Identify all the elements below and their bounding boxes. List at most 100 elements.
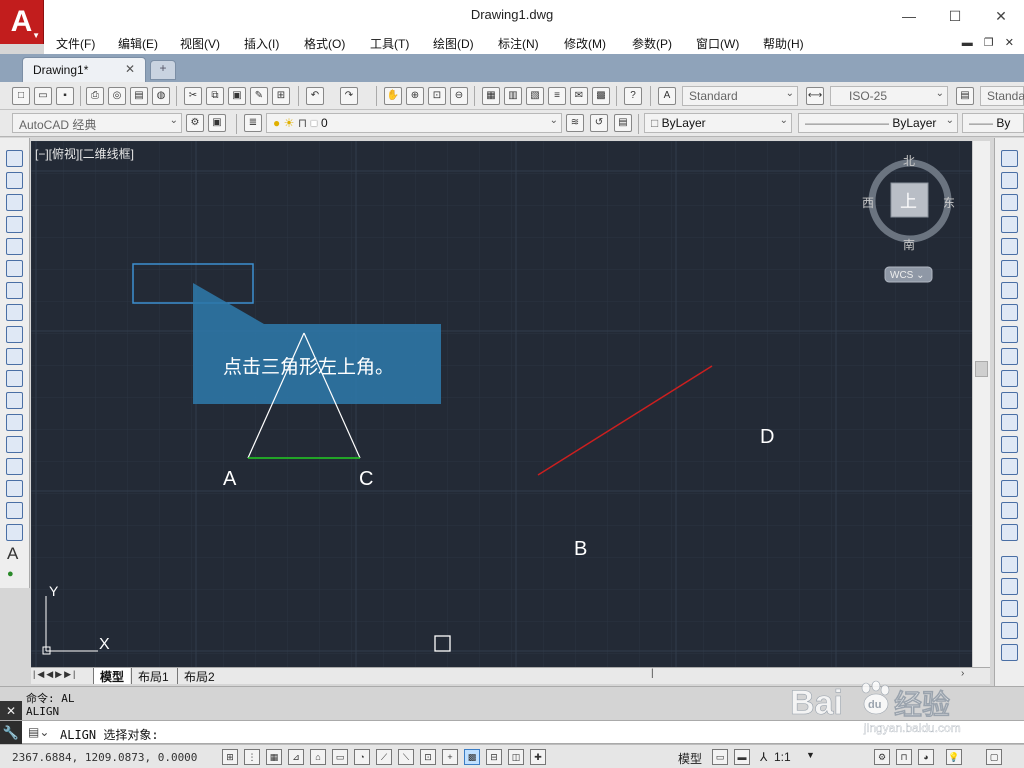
- toolbar-lock-icon[interactable]: ⊓: [896, 749, 912, 765]
- lineweight-icon[interactable]: +: [442, 749, 458, 765]
- vertical-scroll-thumb[interactable]: [975, 361, 988, 377]
- stretch-icon[interactable]: [1001, 326, 1018, 343]
- model-space-svg[interactable]: [−][俯视][二维线框] 点击三角形左上角。 A C B D Y X 上 北 …: [31, 141, 972, 667]
- pan-icon[interactable]: ✋: [384, 87, 402, 105]
- polar-tracking-icon[interactable]: ◔: [354, 749, 370, 765]
- command-line[interactable]: 🔧 ▤⌄ ALIGN 选择对象:: [0, 720, 1024, 745]
- help-icon[interactable]: ?: [624, 87, 642, 105]
- annotation-scale[interactable]: 1:1: [774, 750, 791, 764]
- save-icon[interactable]: ▪: [56, 87, 74, 105]
- block-editor-icon[interactable]: ⊞: [272, 87, 290, 105]
- model-space-icon[interactable]: ⊞: [222, 749, 238, 765]
- clean-screen-icon[interactable]: ▢: [986, 749, 1002, 765]
- close-button[interactable]: ✕: [978, 4, 1024, 28]
- extend-icon[interactable]: [1001, 370, 1018, 387]
- dynamic-input-icon[interactable]: ⌂: [310, 749, 326, 765]
- table-icon[interactable]: [6, 524, 23, 541]
- properties-icon[interactable]: ▦: [482, 87, 500, 105]
- compass-east-label[interactable]: 东: [943, 196, 955, 210]
- polyline-icon[interactable]: [6, 194, 23, 211]
- zoom-realtime-icon[interactable]: ⊕: [406, 87, 424, 105]
- layout-navigation-arrows[interactable]: |◀◀▶▶|: [33, 669, 77, 680]
- calculator-icon[interactable]: ▩: [592, 87, 610, 105]
- dimension-style-select[interactable]: ISO-25 ⌄: [830, 86, 948, 106]
- selection-cycling-icon[interactable]: ⊟: [486, 749, 502, 765]
- menu-format[interactable]: 格式(O): [304, 35, 345, 52]
- copy-icon[interactable]: ⧉: [206, 87, 224, 105]
- move-icon[interactable]: [1001, 260, 1018, 277]
- make-block-icon[interactable]: [6, 414, 23, 431]
- copy-object-icon[interactable]: [1001, 172, 1018, 189]
- add-selected-icon[interactable]: ●: [7, 568, 14, 580]
- transparency-icon[interactable]: ▩: [464, 749, 480, 765]
- publish-icon[interactable]: ▤: [130, 87, 148, 105]
- chevron-down-icon[interactable]: ▼: [806, 750, 815, 760]
- gradient-icon[interactable]: [6, 480, 23, 497]
- region-icon[interactable]: [6, 502, 23, 519]
- quick-view-drawings-icon[interactable]: ▬: [734, 749, 750, 765]
- rotate-icon[interactable]: [1001, 282, 1018, 299]
- rectangle-icon[interactable]: [6, 238, 23, 255]
- menu-parameters[interactable]: 参数(P): [632, 35, 672, 52]
- scroll-right-icon[interactable]: ›: [961, 668, 964, 679]
- document-window-controls[interactable]: ▬ ❐ ✕: [962, 36, 1018, 49]
- snap-mode-icon[interactable]: ▦: [266, 749, 282, 765]
- text-to-front-icon[interactable]: [1001, 644, 1018, 661]
- menu-edit[interactable]: 编辑(E): [118, 35, 158, 52]
- linetype-select[interactable]: ——————— ByLayer ⌄: [798, 113, 958, 133]
- model-layout-toggle[interactable]: 模型: [678, 750, 702, 767]
- color-select[interactable]: □ ByLayer ⌄: [644, 113, 792, 133]
- blend-curves-icon[interactable]: [1001, 502, 1018, 519]
- ellipse-icon[interactable]: [6, 348, 23, 365]
- menu-insert[interactable]: 插入(I): [244, 35, 279, 52]
- undo-icon[interactable]: ↶: [306, 87, 324, 105]
- minimize-button[interactable]: —: [886, 4, 932, 28]
- open-icon[interactable]: ▭: [34, 87, 52, 105]
- infer-constraints-icon[interactable]: ⊿: [288, 749, 304, 765]
- workspace-switching-icon[interactable]: ⚙: [874, 749, 890, 765]
- draw-order-front-icon[interactable]: [1001, 556, 1018, 573]
- spline-icon[interactable]: [6, 326, 23, 343]
- isometric-drafting-icon[interactable]: ⟋: [376, 749, 392, 765]
- fillet-icon[interactable]: [1001, 480, 1018, 497]
- object-snap-icon[interactable]: ⊡: [420, 749, 436, 765]
- new-icon[interactable]: □: [12, 87, 30, 105]
- array-icon[interactable]: [1001, 238, 1018, 255]
- revision-cloud-icon[interactable]: [6, 304, 23, 321]
- trim-icon[interactable]: [1001, 348, 1018, 365]
- tab-layout2[interactable]: 布局2: [177, 668, 221, 684]
- workspace-settings-icon[interactable]: ⚙: [186, 114, 204, 132]
- workspace-select[interactable]: AutoCAD 经典 ⌄: [12, 113, 182, 133]
- ellipse-arc-icon[interactable]: [6, 370, 23, 387]
- annotation-scale-icon[interactable]: ⅄: [760, 750, 767, 764]
- layer-properties-icon[interactable]: ≣: [244, 114, 262, 132]
- plot-preview-icon[interactable]: ◎: [108, 87, 126, 105]
- zoom-previous-icon[interactable]: ⊖: [450, 87, 468, 105]
- menu-view[interactable]: 视图(V): [180, 35, 220, 52]
- zoom-window-icon[interactable]: ⊡: [428, 87, 446, 105]
- tool-palettes-icon[interactable]: ▧: [526, 87, 544, 105]
- point-icon[interactable]: [6, 436, 23, 453]
- drawing-canvas[interactable]: [−][俯视][二维线框] 点击三角形左上角。 A C B D Y X 上 北 …: [31, 141, 972, 667]
- scroll-left-icon[interactable]: |: [651, 668, 654, 679]
- explode-icon[interactable]: [1001, 524, 1018, 541]
- arc-icon[interactable]: [6, 260, 23, 277]
- break-at-point-icon[interactable]: [1001, 392, 1018, 409]
- customize-wrench-icon[interactable]: 🔧: [0, 721, 22, 745]
- new-drawing-tab-button[interactable]: +: [150, 60, 176, 80]
- compass-west-label[interactable]: 西: [862, 196, 874, 210]
- paste-icon[interactable]: ▣: [228, 87, 246, 105]
- text-style-icon[interactable]: A: [658, 87, 676, 105]
- sheet-set-icon[interactable]: ≡: [548, 87, 566, 105]
- 3d-print-icon[interactable]: ◍: [152, 87, 170, 105]
- menu-draw[interactable]: 绘图(D): [433, 35, 474, 52]
- table-style-select[interactable]: Standa: [980, 86, 1024, 106]
- layer-select[interactable]: ● ☀ ⊓ ■ 0 ⌄: [266, 113, 562, 133]
- compass-south-label[interactable]: 南: [903, 237, 915, 252]
- construction-line-icon[interactable]: [6, 172, 23, 189]
- multiline-text-icon[interactable]: A: [7, 544, 18, 564]
- dynamic-ucs-icon[interactable]: ✚: [530, 749, 546, 765]
- menu-file[interactable]: 文件(F): [56, 35, 95, 52]
- menu-tools[interactable]: 工具(T): [370, 35, 409, 52]
- object-snap-tracking-icon[interactable]: ⟍: [398, 749, 414, 765]
